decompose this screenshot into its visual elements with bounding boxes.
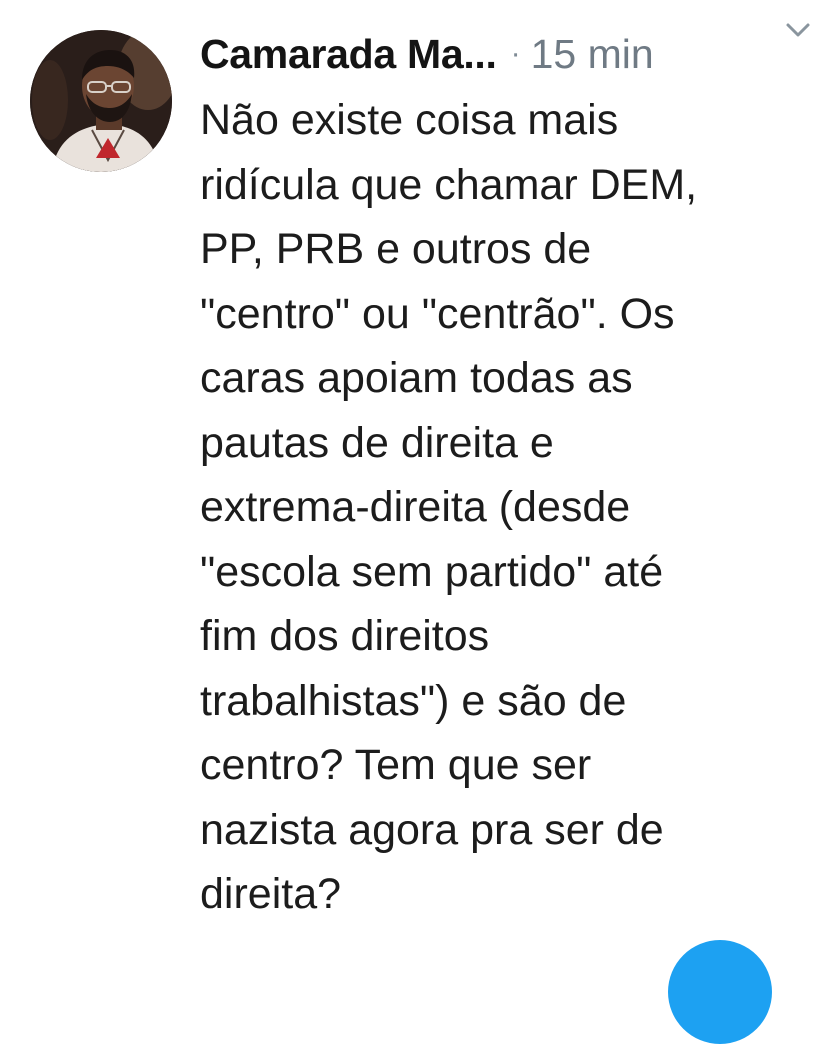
chevron-down-icon[interactable] bbox=[783, 18, 813, 42]
tweet-text-line: nazista agora pra ser de bbox=[200, 805, 664, 854]
tweet-text-line: extrema-direita (desde bbox=[200, 483, 631, 531]
tweet-text-line: pautas de direita e bbox=[200, 418, 554, 467]
compose-fab[interactable] bbox=[668, 940, 772, 1044]
avatar-photo bbox=[30, 30, 172, 172]
tweet-text-line: PP, PRB e outros de bbox=[200, 225, 592, 273]
tweet-text-line: "escola sem partido" até bbox=[200, 547, 664, 596]
avatar[interactable] bbox=[30, 30, 172, 172]
tweet-text-line: Não existe coisa mais bbox=[200, 96, 619, 144]
tweet-text: Não existe coisa mais ridícula que chama… bbox=[200, 88, 800, 927]
tweet-text-line: trabalhistas") e são de bbox=[200, 676, 627, 725]
tweet-header: Camarada Ma... · 15 min bbox=[200, 24, 810, 84]
tweet-text-line: ridícula que chamar DEM, bbox=[200, 160, 698, 209]
separator-dot: · bbox=[510, 37, 521, 70]
tweet-text-line: fim dos direitos bbox=[200, 612, 490, 660]
tweet-text-line: centro? Tem que ser bbox=[200, 741, 592, 789]
tweet: Camarada Ma... · 15 min Não existe coisa… bbox=[0, 0, 831, 1044]
tweet-text-line: caras apoiam todas as bbox=[200, 354, 633, 402]
tweet-text-line: "centro" ou "centrão". Os bbox=[200, 289, 675, 338]
tweet-text-line: direita? bbox=[200, 870, 342, 918]
author-name[interactable]: Camarada Ma... bbox=[200, 31, 497, 78]
timestamp[interactable]: 15 min bbox=[531, 31, 654, 78]
